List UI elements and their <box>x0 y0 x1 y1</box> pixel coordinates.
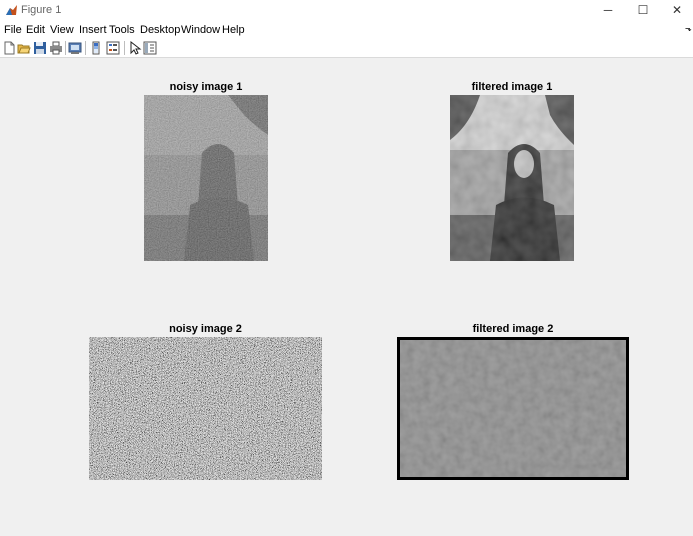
open-file-icon[interactable] <box>17 41 31 55</box>
toolbar <box>0 39 693 58</box>
link-plot-icon[interactable] <box>68 41 82 55</box>
matlab-logo-icon <box>5 4 18 17</box>
toolbar-separator <box>124 41 125 55</box>
title-bar: Figure 1 ─ ☐ ✕ <box>0 0 693 21</box>
menu-edit[interactable]: Edit <box>26 24 45 36</box>
menu-desktop[interactable]: Desktop <box>140 24 180 36</box>
save-icon[interactable] <box>33 41 47 55</box>
menu-insert[interactable]: Insert <box>79 24 107 36</box>
print-icon[interactable] <box>49 41 63 55</box>
maximize-button[interactable]: ☐ <box>626 0 660 21</box>
insert-legend-icon[interactable] <box>106 41 120 55</box>
toolbar-separator <box>65 41 66 55</box>
menu-window[interactable]: Window <box>181 24 220 36</box>
open-property-inspector-icon[interactable] <box>143 41 157 55</box>
noisy-image-2 <box>89 337 322 480</box>
filtered-image-1 <box>450 95 574 261</box>
menu-file[interactable]: File <box>4 24 22 36</box>
filtered-image-1-title: filtered image 1 <box>471 81 553 93</box>
noisy-image-2-title: noisy image 2 <box>169 323 242 335</box>
new-figure-icon[interactable] <box>2 41 16 55</box>
menu-tools[interactable]: Tools <box>109 24 135 36</box>
filtered-image-2-title: filtered image 2 <box>472 323 554 335</box>
noisy-image-1 <box>144 95 268 261</box>
menu-overflow-icon[interactable]: ⬎ <box>685 24 692 33</box>
edit-plot-pointer-icon[interactable] <box>128 41 142 55</box>
noisy-image-1-title: noisy image 1 <box>169 81 243 93</box>
close-button[interactable]: ✕ <box>660 0 693 21</box>
toolbar-separator <box>85 41 86 55</box>
menu-view[interactable]: View <box>50 24 74 36</box>
window-title: Figure 1 <box>21 4 62 16</box>
menu-bar: File Edit View Insert Tools Desktop Wind… <box>0 21 693 39</box>
minimize-button[interactable]: ─ <box>591 0 625 21</box>
menu-help[interactable]: Help <box>222 24 245 36</box>
filtered-image-2 <box>397 337 629 480</box>
insert-colorbar-icon[interactable] <box>89 41 103 55</box>
